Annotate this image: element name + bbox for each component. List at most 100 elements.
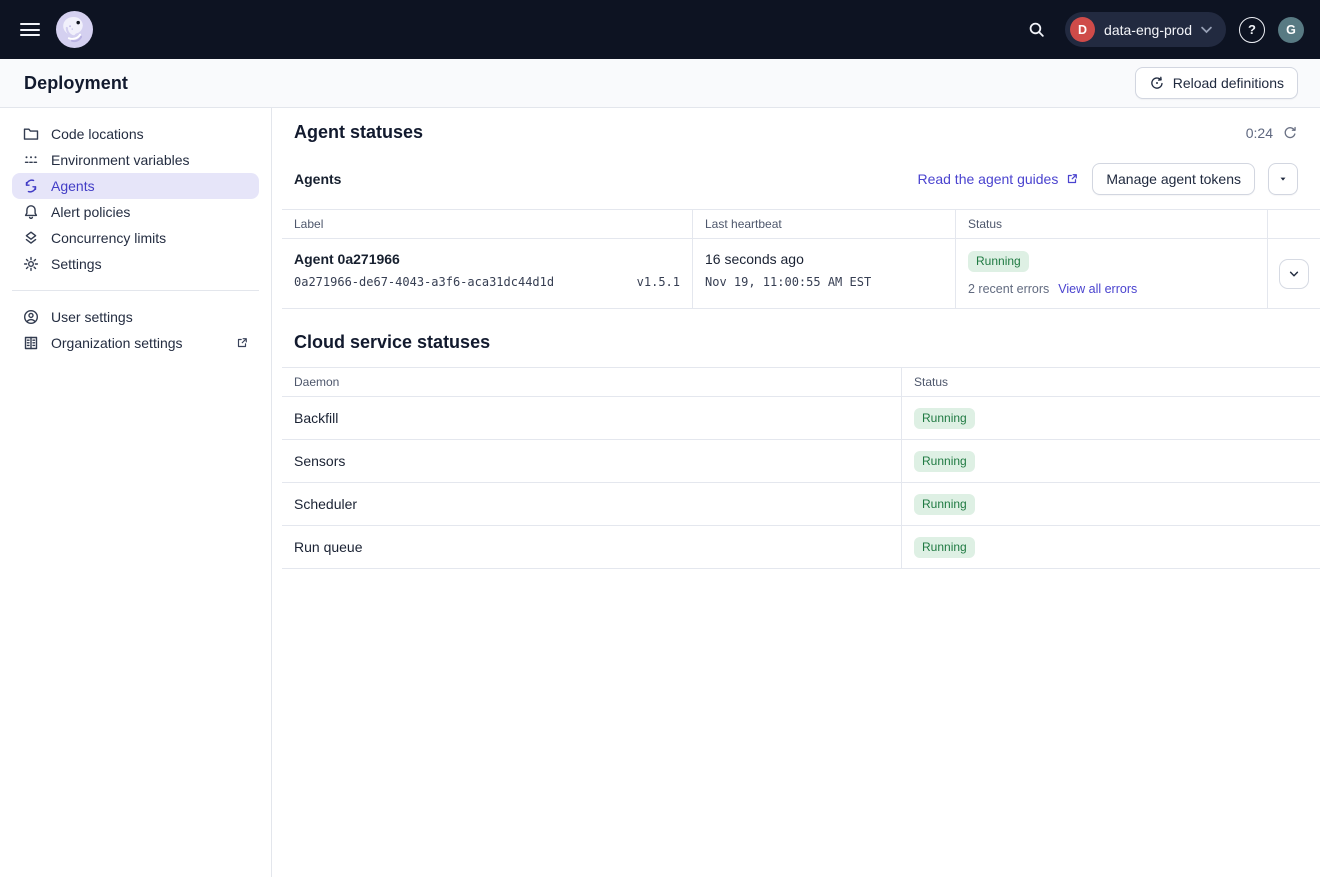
manage-agent-tokens-button[interactable]: Manage agent tokens	[1092, 163, 1255, 195]
column-header-status: Status	[955, 210, 1267, 238]
daemon-status-cell: Running	[901, 483, 1320, 525]
external-link-icon	[1065, 172, 1079, 186]
sidebar-item-label: User settings	[51, 309, 133, 325]
daemon-row: Backfill Running	[282, 397, 1320, 440]
agents-table: Label Last heartbeat Status Agent 0a2719…	[282, 209, 1320, 309]
column-header-actions	[1267, 210, 1320, 238]
dagster-logo[interactable]	[56, 11, 93, 48]
layers-icon	[22, 229, 40, 247]
agent-name: Agent 0a271966	[294, 251, 680, 267]
sidebar-item[interactable]: Alert policies	[12, 199, 259, 225]
deployment-name: data-eng-prod	[1104, 22, 1192, 38]
agent-status-cell: Running 2 recent errors View all errors	[955, 239, 1267, 308]
status-badge: Running	[968, 251, 1029, 272]
deployment-badge: D	[1070, 17, 1095, 42]
status-badge: Running	[914, 537, 975, 558]
page-title: Deployment	[24, 73, 128, 94]
external-link-icon	[235, 336, 249, 350]
cloud-table-body: Backfill Running Sensors Running Schedul…	[282, 397, 1320, 569]
search-icon[interactable]	[1020, 14, 1052, 46]
agent-actions-dropdown-button[interactable]	[1268, 163, 1298, 195]
column-header-last-heartbeat: Last heartbeat	[692, 210, 955, 238]
column-header-daemon: Daemon	[282, 368, 901, 396]
daemon-row: Run queue Running	[282, 526, 1320, 569]
nav-item[interactable]	[203, 26, 207, 34]
sidebar-item[interactable]: User settings	[12, 304, 259, 330]
chevron-down-icon	[1288, 268, 1300, 280]
agent-row: Agent 0a271966 0a271966-de67-4043-a3f6-a…	[282, 239, 1320, 309]
nav-item[interactable]	[159, 26, 163, 34]
cloud-services-table: Daemon Status Backfill Running Sensors R…	[282, 367, 1320, 569]
status-badge: Running	[914, 408, 975, 429]
page-header: Deployment Reload definitions	[0, 59, 1320, 108]
sidebar-item[interactable]: Concurrency limits	[12, 225, 259, 251]
nav-item[interactable]	[181, 26, 185, 34]
folder-icon	[22, 125, 40, 143]
sidebar-main-list: Code locations Environment variables Age…	[0, 121, 271, 277]
nav-item[interactable]	[115, 26, 119, 34]
sidebar-item-label: Concurrency limits	[51, 230, 166, 246]
gear-icon	[22, 255, 40, 273]
reload-definitions-button[interactable]: Reload definitions	[1135, 67, 1298, 99]
sidebar-item-label: Environment variables	[51, 152, 190, 168]
daemon-status-cell: Running	[901, 526, 1320, 568]
daemon-status-cell: Running	[901, 440, 1320, 482]
sidebar-item-label: Alert policies	[51, 204, 130, 220]
nav-item[interactable]	[225, 26, 229, 34]
reload-definitions-label: Reload definitions	[1173, 75, 1284, 91]
refresh-countdown: 0:24	[1246, 125, 1298, 141]
daemon-name: Backfill	[282, 397, 901, 439]
agent-id: 0a271966-de67-4043-a3f6-aca31dc44d1d	[294, 275, 554, 289]
building-icon	[22, 334, 40, 352]
primary-nav	[115, 26, 251, 34]
main-content: Agent statuses 0:24 Agents Read the agen…	[272, 108, 1320, 877]
env-vars-icon	[22, 151, 40, 169]
sidebar-item[interactable]: Code locations	[12, 121, 259, 147]
hamburger-menu-button[interactable]	[14, 14, 46, 46]
expand-agent-row-button[interactable]	[1279, 259, 1309, 289]
agent-guides-link[interactable]: Read the agent guides	[917, 171, 1079, 187]
nav-item[interactable]	[247, 26, 251, 34]
heartbeat-relative: 16 seconds ago	[705, 251, 943, 267]
status-badge: Running	[914, 494, 975, 515]
top-nav: D data-eng-prod ? G	[0, 0, 1320, 59]
heartbeat-timestamp: Nov 19, 11:00:55 AM EST	[705, 275, 871, 289]
agent-label-cell: Agent 0a271966 0a271966-de67-4043-a3f6-a…	[282, 239, 692, 308]
daemon-row: Scheduler Running	[282, 483, 1320, 526]
sidebar-item-label: Organization settings	[51, 335, 183, 351]
user-icon	[22, 308, 40, 326]
cloud-service-statuses-title: Cloud service statuses	[294, 332, 1298, 353]
caret-down-icon	[1277, 173, 1289, 185]
nav-item[interactable]	[137, 26, 141, 34]
sidebar-item-label: Settings	[51, 256, 102, 272]
sidebar: Code locations Environment variables Age…	[0, 108, 272, 877]
sidebar-item-label: Agents	[51, 178, 95, 194]
sidebar-item-label: Code locations	[51, 126, 144, 142]
chevron-down-icon	[1201, 26, 1212, 34]
sidebar-footer-list: User settings Organization settings	[0, 304, 271, 356]
avatar[interactable]: G	[1278, 17, 1304, 43]
daemon-status-cell: Running	[901, 397, 1320, 439]
manage-agent-tokens-label: Manage agent tokens	[1106, 171, 1241, 187]
view-all-errors-link[interactable]: View all errors	[1058, 282, 1137, 296]
sidebar-item[interactable]: Organization settings	[12, 330, 259, 356]
agent-heartbeat-cell: 16 seconds ago Nov 19, 11:00:55 AM EST	[692, 239, 955, 308]
daemon-name: Run queue	[282, 526, 901, 568]
recent-errors-text: 2 recent errors	[968, 282, 1049, 296]
agent-statuses-title: Agent statuses	[294, 122, 423, 143]
sidebar-item[interactable]: Environment variables	[12, 147, 259, 173]
agent-guides-link-label: Read the agent guides	[917, 171, 1058, 187]
refresh-icon[interactable]	[1282, 125, 1298, 141]
column-header-status: Status	[901, 368, 1320, 396]
countdown-value: 0:24	[1246, 125, 1273, 141]
help-glyph: ?	[1248, 22, 1256, 37]
deployment-switcher[interactable]: D data-eng-prod	[1065, 12, 1226, 47]
sidebar-item[interactable]: Settings	[12, 251, 259, 277]
sidebar-item[interactable]: Agents	[12, 173, 259, 199]
agent-icon	[22, 177, 40, 195]
column-header-label: Label	[282, 210, 692, 238]
bell-icon	[22, 203, 40, 221]
help-icon[interactable]: ?	[1239, 17, 1265, 43]
agents-section-label: Agents	[294, 171, 341, 187]
daemon-name: Scheduler	[282, 483, 901, 525]
